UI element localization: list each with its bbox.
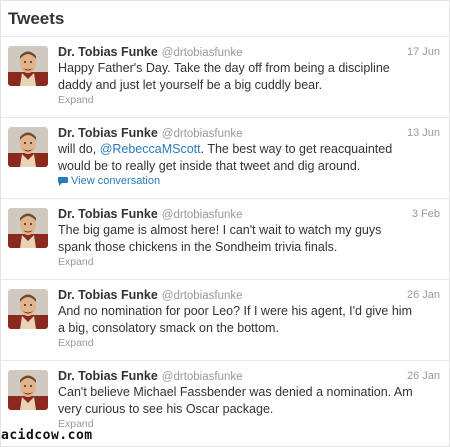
tweet-author-name[interactable]: Dr. Tobias Funke @drtobiasfunke bbox=[58, 288, 243, 302]
tweet-text: Happy Father's Day. Take the day off fro… bbox=[58, 61, 390, 92]
speech-bubble-icon bbox=[58, 176, 68, 186]
avatar[interactable] bbox=[8, 127, 48, 167]
tweet-author-name[interactable]: Dr. Tobias Funke @drtobiasfunke bbox=[58, 369, 243, 383]
tweet-text: The big game is almost here! I can't wai… bbox=[58, 223, 382, 254]
expand-link[interactable]: Expand bbox=[58, 256, 94, 268]
tweet-item[interactable]: Dr. Tobias Funke @drtobiasfunke 13 Jun wi… bbox=[1, 118, 449, 199]
tweet-author-handle[interactable]: @drtobiasfunke bbox=[162, 371, 243, 383]
watermark: acidcow.com bbox=[1, 428, 93, 443]
tweets-panel: Tweets Dr. Tobias Funke @drtobiasfunke 17… bbox=[0, 0, 450, 447]
expand-link[interactable]: Expand bbox=[58, 94, 94, 106]
tweet-timestamp[interactable]: 26 Jan bbox=[407, 289, 440, 301]
avatar[interactable] bbox=[8, 370, 48, 410]
tweet-author-name[interactable]: Dr. Tobias Funke @drtobiasfunke bbox=[58, 207, 243, 221]
tweet-item[interactable]: Dr. Tobias Funke @drtobiasfunke 3 Feb The… bbox=[1, 199, 449, 280]
tweet-author-name[interactable]: Dr. Tobias Funke @drtobiasfunke bbox=[58, 45, 243, 59]
tweet-item[interactable]: Dr. Tobias Funke @drtobiasfunke 17 Jun Ha… bbox=[1, 37, 449, 118]
avatar[interactable] bbox=[8, 289, 48, 329]
panel-header: Tweets bbox=[1, 1, 449, 37]
tweet-text: Can't believe Michael Fassbender was den… bbox=[58, 385, 413, 416]
page-title: Tweets bbox=[8, 9, 65, 28]
tweet-text: will do, @RebeccaMScott. The best way to… bbox=[58, 142, 393, 173]
tweet-timestamp[interactable]: 17 Jun bbox=[407, 46, 440, 58]
view-conversation-link[interactable]: View conversation bbox=[58, 175, 160, 187]
tweet-timestamp[interactable]: 13 Jun bbox=[407, 127, 440, 139]
tweet-author-handle[interactable]: @drtobiasfunke bbox=[162, 209, 243, 221]
tweet-author-handle[interactable]: @drtobiasfunke bbox=[162, 47, 243, 59]
tweet-timestamp[interactable]: 3 Feb bbox=[412, 208, 440, 220]
mention-link[interactable]: @RebeccaMScott bbox=[100, 142, 201, 156]
tweet-author-handle[interactable]: @drtobiasfunke bbox=[162, 128, 243, 140]
avatar[interactable] bbox=[8, 46, 48, 86]
avatar[interactable] bbox=[8, 208, 48, 248]
tweet-author-name[interactable]: Dr. Tobias Funke @drtobiasfunke bbox=[58, 126, 243, 140]
tweet-text: And no nomination for poor Leo? If I wer… bbox=[58, 304, 412, 335]
tweet-author-handle[interactable]: @drtobiasfunke bbox=[162, 290, 243, 302]
tweet-item[interactable]: Dr. Tobias Funke @drtobiasfunke 26 Jan An… bbox=[1, 280, 449, 361]
tweet-timestamp[interactable]: 26 Jan bbox=[407, 370, 440, 382]
expand-link[interactable]: Expand bbox=[58, 337, 94, 349]
